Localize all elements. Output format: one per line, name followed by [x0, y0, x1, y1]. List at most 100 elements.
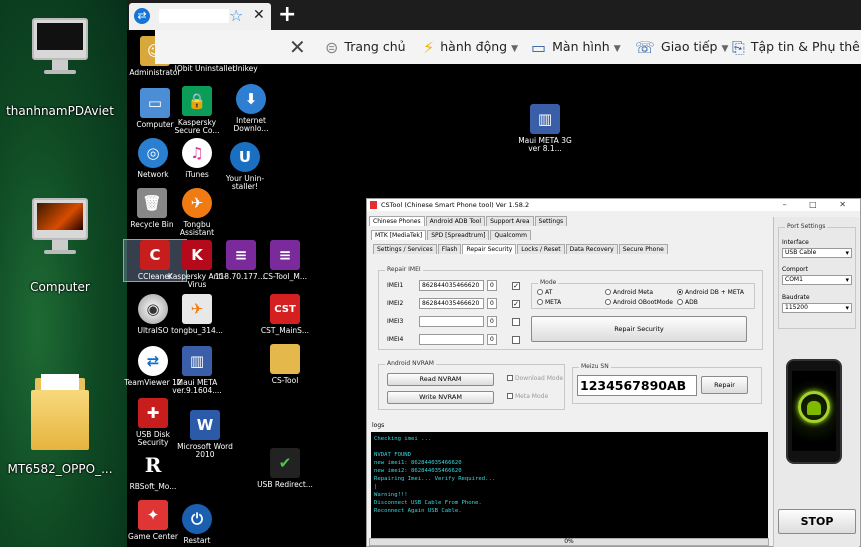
imei3-checkbox[interactable]	[512, 318, 520, 326]
mode-at-radio[interactable]: AT	[537, 289, 552, 296]
remote-icon-usb-redirect[interactable]: ✔ USB Redirect...	[254, 448, 316, 489]
lightning-icon: ⚡	[423, 38, 435, 57]
tab-settings[interactable]: Settings	[534, 216, 568, 226]
imei-row: IMEI3 0	[387, 316, 527, 327]
imei1-input[interactable]: 862844035466620	[419, 280, 484, 291]
rbsoft-icon: R	[138, 450, 168, 480]
imei2-checkbox[interactable]: ✓	[512, 300, 520, 308]
tab-qualcomm[interactable]: Qualcomm	[490, 230, 531, 240]
toolbar-actions[interactable]: ⚡ hành động ▼	[423, 38, 518, 57]
remote-icon-rbsoft[interactable]: R RBSoft_Mo...	[122, 450, 184, 491]
mode-android-obootmode-radio[interactable]: Android OBootMode	[605, 299, 673, 306]
desktop-icon-mt6582-folder[interactable]: MT6582_OPPO_...	[0, 372, 120, 476]
repair-imei-group: Repair IMEI IMEI1 862844035466620 0 ✓ IM…	[378, 266, 763, 350]
tab-locks-reset[interactable]: Locks / Reset	[517, 244, 565, 254]
tab-title-redacted	[159, 9, 229, 23]
group-title: Mode	[538, 279, 559, 286]
chip-tabs: MTK [MediaTek] SPD [Spreadtrum] Qualcomm	[371, 230, 532, 240]
download-mode-checkbox[interactable]: Download Mode	[507, 375, 563, 382]
interface-select[interactable]: USB Cable	[782, 248, 852, 258]
desktop-icon-thanhnampdaviet[interactable]: thanhnamPDAviet	[0, 18, 120, 118]
remote-icon-tongbu[interactable]: ✈ Tongbu Assistant	[166, 188, 228, 238]
desktop-icon-label: thanhnamPDAviet	[6, 104, 114, 118]
imei-row: IMEI4 0	[387, 334, 527, 345]
remote-icon-kaspersky-secure[interactable]: 🔒 Kaspersky Secure Co...	[166, 86, 228, 136]
browser-tab[interactable]: ⇄ ☆ ✕	[129, 3, 271, 30]
tab-adb-tool[interactable]: Android ADB Tool	[425, 216, 486, 226]
imac-icon	[32, 198, 88, 256]
tab-spd[interactable]: SPD [Spreadtrum]	[427, 230, 490, 240]
remote-icon-cs-tool-m[interactable]: ≡ CS-Tool_M...	[254, 240, 316, 281]
tab-chinese-phones[interactable]: Chinese Phones	[369, 216, 425, 226]
bookmark-star-icon[interactable]: ☆	[229, 6, 243, 25]
tab-secure-phone[interactable]: Secure Phone	[618, 244, 668, 254]
mode-android-db-meta-radio[interactable]: Android DB + META	[677, 289, 744, 296]
sub-tabs: Settings / Services Flash Repair Securit…	[373, 244, 669, 254]
toolbar-screen[interactable]: ▭ Màn hình ▼	[531, 38, 621, 57]
maui-meta-icon: ▥	[182, 346, 212, 376]
toolbar-close-button[interactable]: ✕	[289, 35, 306, 59]
group-title: Port Settings	[785, 223, 828, 230]
tab-mtk[interactable]: MTK [MediaTek]	[371, 230, 427, 240]
tab-support-area[interactable]: Support Area	[486, 216, 534, 226]
read-nvram-button[interactable]: Read NVRAM	[387, 373, 494, 386]
android-nvram-group: Android NVRAM Read NVRAM Write NVRAM Dow…	[378, 360, 565, 410]
chevron-down-icon: ▼	[613, 44, 621, 54]
mode-adb-radio[interactable]: ADB	[677, 299, 698, 306]
tab-repair-security[interactable]: Repair Security	[462, 244, 517, 254]
folder-icon	[31, 372, 89, 450]
write-nvram-button[interactable]: Write NVRAM	[387, 391, 494, 404]
repair-security-button[interactable]: Repair Security	[531, 316, 747, 342]
meta-mode-checkbox[interactable]: Meta Mode	[507, 393, 548, 400]
toolbar-communicate[interactable]: ☏ Giao tiếp ▼	[635, 38, 728, 57]
imei1-checkbox[interactable]: ✓	[512, 282, 520, 290]
teamviewer-icon: ⇄	[134, 8, 150, 24]
remote-icon-restart[interactable]: ⏻ Restart	[166, 504, 228, 545]
remote-icon-maui-meta[interactable]: ▥ Maui META ver.9.1604....	[166, 346, 228, 396]
toolbar-home[interactable]: ⊜ Trang chủ	[325, 38, 406, 57]
tab-data-recovery[interactable]: Data Recovery	[565, 244, 618, 254]
winrar-icon: ≡	[270, 240, 300, 270]
toolbar-files[interactable]: ⎘ Tập tin & Phụ thêm	[732, 38, 861, 58]
tab-close-icon[interactable]: ✕	[253, 7, 265, 23]
window-controls[interactable]: – □ ✕	[783, 199, 856, 211]
kaspersky-av-icon: K	[182, 240, 212, 270]
remote-icon-cs-tool[interactable]: CS-Tool	[254, 344, 316, 385]
baudrate-select[interactable]: 115200	[782, 303, 852, 313]
log-area: Checking imei ... NVDAT FOUND new imei1:…	[371, 432, 768, 538]
log-line: |	[374, 484, 378, 490]
comport-label: Comport	[782, 266, 809, 273]
group-title: Repair IMEI	[385, 266, 423, 273]
remote-icon-idm[interactable]: ⬇ Internet Downlo...	[220, 84, 282, 134]
log-line: Checking imei ...	[374, 436, 432, 442]
file-transfer-icon: ⎘	[732, 38, 745, 57]
imei2-length: 0	[487, 298, 497, 309]
imei4-input[interactable]	[419, 334, 484, 345]
remote-icon-maui-meta-3g[interactable]: ▥ Maui META 3G ver 8.1...	[514, 104, 576, 154]
ultraiso-icon: ◉	[138, 294, 168, 324]
remote-icon-cst-mains[interactable]: CST CST_MainS...	[254, 294, 316, 335]
remote-icon-your-uninstaller[interactable]: U Your Unin-staller!	[214, 142, 276, 192]
tongbu-icon: ✈	[182, 188, 212, 218]
mode-android-meta-radio[interactable]: Android Meta	[605, 289, 653, 296]
imei3-input[interactable]	[419, 316, 484, 327]
imei2-input[interactable]: 862844035466620	[419, 298, 484, 309]
kaspersky-secure-icon: 🔒	[182, 86, 212, 116]
mode-meta-radio[interactable]: META	[537, 299, 561, 306]
stop-button[interactable]: STOP	[778, 509, 856, 534]
tab-flash[interactable]: Flash	[437, 244, 462, 254]
new-tab-button[interactable]: +	[278, 2, 296, 27]
meizu-repair-button[interactable]: Repair	[701, 376, 748, 394]
imei4-checkbox[interactable]	[512, 336, 520, 344]
comport-select[interactable]: COM1	[782, 275, 852, 285]
meizu-sn-input[interactable]: 1234567890AB	[577, 375, 697, 396]
home-icon: ⊜	[325, 38, 339, 57]
chevron-down-icon: ▼	[511, 44, 518, 54]
log-line: Reconnect Again USB Cable.	[374, 508, 462, 514]
desktop-icon-computer[interactable]: Computer	[0, 198, 120, 294]
tab-settings-services[interactable]: Settings / Services	[373, 244, 437, 254]
remote-icon-tongbu-314[interactable]: ✈ tongbu_314...	[166, 294, 228, 335]
group-title: Meizu SN	[579, 363, 611, 370]
recycle-bin-icon: 🗑	[137, 188, 167, 218]
